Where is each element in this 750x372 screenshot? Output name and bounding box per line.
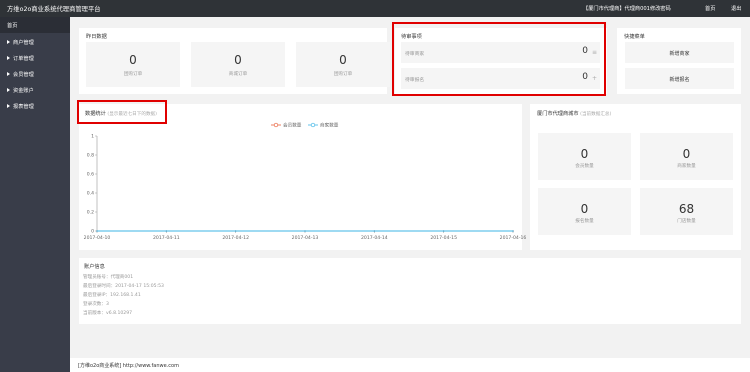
legend-label: 会员数量 [283, 122, 302, 129]
stat-value: 0 [682, 147, 691, 161]
series-point [234, 230, 237, 232]
stat-label: 会员数量 [575, 164, 594, 169]
stat-signups: 0 报名数量 [538, 188, 631, 235]
chart-axes: 0 0.2 0.4 0.6 0.8 1 2017-04-10 2017-04-11 2017-0… [84, 134, 527, 241]
x-tick-label: 2017-04-16 [500, 235, 527, 241]
account-login-count: 登录次数：3 [83, 302, 109, 307]
stat-value: 68 [678, 202, 695, 216]
footer-text[interactable]: [方维o2o商业系统] http://www.fanwe.com [78, 362, 179, 369]
stat-label: 报名数量 [575, 219, 594, 224]
account-info-panel [79, 258, 741, 324]
legend-swatch-marker [310, 122, 316, 128]
stat-label: 商家数量 [677, 164, 696, 169]
series-point [165, 230, 168, 232]
chart-legend: 会员数量 商家数量 [271, 122, 339, 129]
chart-series [96, 230, 514, 232]
stat-stores: 68 门店数量 [640, 188, 733, 235]
x-tick-label: 2017-04-14 [361, 235, 388, 241]
x-tick-label: 2017-04-13 [292, 235, 319, 241]
y-tick-label: 0.6 [87, 172, 94, 178]
y-tick-label: 0.8 [87, 153, 94, 159]
series-point [512, 230, 514, 232]
stat-value: 0 [580, 147, 589, 161]
account-version: 当前版本：v6.8.10297 [83, 311, 133, 316]
series-point [96, 230, 98, 232]
account-last-login-time: 最后登录时间：2017-04-17 15:05:53 [83, 284, 164, 289]
x-tick-label: 2017-04-10 [84, 235, 111, 241]
x-tick-label: 2017-04-12 [222, 235, 249, 241]
city-title: 厦门市代理商城市 (当前数据汇总) [537, 110, 611, 117]
stat-members: 0 会员数量 [538, 133, 631, 180]
account-info-title: 账户信息 [84, 264, 105, 270]
x-tick-label: 2017-04-15 [430, 235, 457, 241]
city-subtitle: (当前数据汇总) [580, 112, 612, 117]
legend-label: 商家数量 [320, 122, 339, 129]
y-tick-label: 1 [91, 134, 94, 140]
series-point [442, 230, 445, 232]
legend-swatch-marker [273, 122, 279, 128]
y-tick-label: 0.2 [87, 210, 94, 216]
footer: [方维o2o商业系统] http://www.fanwe.com [70, 358, 750, 372]
y-tick-label: 0.4 [87, 191, 94, 197]
x-tick-label: 2017-04-11 [153, 235, 180, 241]
stat-label: 门店数量 [677, 219, 696, 224]
y-tick-label: 0 [91, 229, 94, 235]
stat-merchants: 0 商家数量 [640, 133, 733, 180]
account-last-login-ip: 最后登录IP：192.168.1.41 [83, 293, 141, 298]
account-admin: 管理员账号：代理商001 [83, 275, 134, 280]
series-point [304, 230, 306, 232]
series-point [373, 230, 376, 232]
stat-value: 0 [580, 202, 589, 216]
city-title-text: 厦门市代理商城市 [537, 111, 579, 117]
